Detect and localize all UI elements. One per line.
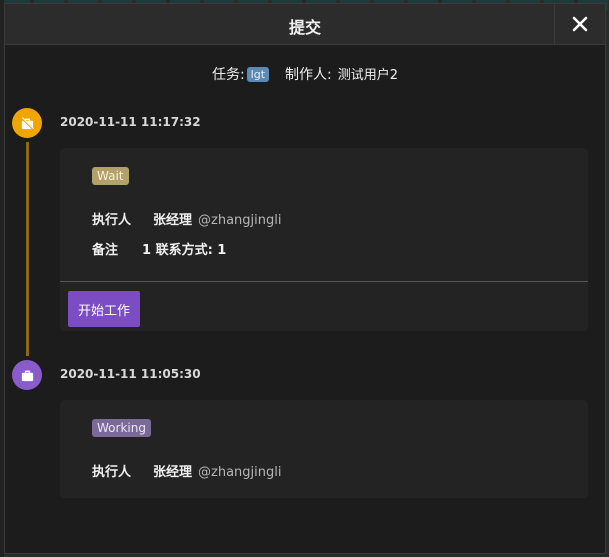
assignee-label: 执行人 [92,465,132,480]
assignee-handle: @zhangjingli [198,213,282,228]
creator-value: 测试用户2 [337,68,399,83]
note-label: 备注 [92,243,119,258]
dialog-title: 提交 [288,18,321,37]
timeline-dot-working [12,360,42,390]
start-work-button[interactable]: 开始工作 [68,291,140,327]
close-button[interactable] [554,4,605,44]
assignee-row: 执行人 张经理 @zhangjingli [92,461,282,480]
assignee-handle: @zhangjingli [198,465,282,480]
task-summary: 任务: lgt 制作人: 测试用户2 [5,64,605,84]
timeline-card: Wait 执行人 张经理 @zhangjingli 备注 1 联系方式: 1 开始工作 [60,148,588,331]
timeline-card: Working 执行人 张经理 @zhangjingli [60,400,588,498]
status-badge: Working [92,419,151,437]
note-row: 备注 1 联系方式: 1 [92,239,226,258]
timeline-connector [26,142,29,356]
assignee-row: 执行人 张经理 @zhangjingli [92,209,282,228]
assignee-label: 执行人 [92,213,132,228]
status-badge: Wait [92,167,129,185]
timeline-time: 2020-11-11 11:05:30 [60,367,201,381]
creator-label: 制作人: [285,67,332,83]
task-tag: lgt [246,67,270,82]
submit-dialog: 提交 任务: lgt 制作人: 测试用户2 2020-11-11 11:17:32 W… [4,3,606,554]
briefcase-icon [21,370,33,381]
timeline-time: 2020-11-11 11:17:32 [60,115,201,129]
assignee-name: 张经理 [153,213,193,228]
note-value: 1 联系方式: 1 [142,243,227,258]
suitcase-off-icon [20,116,34,130]
dialog-header: 提交 [5,4,605,45]
timeline-dot-wait [12,108,42,138]
card-divider [60,281,588,282]
task-label: 任务: [211,67,245,83]
assignee-name: 张经理 [153,465,193,480]
close-icon [572,16,588,32]
